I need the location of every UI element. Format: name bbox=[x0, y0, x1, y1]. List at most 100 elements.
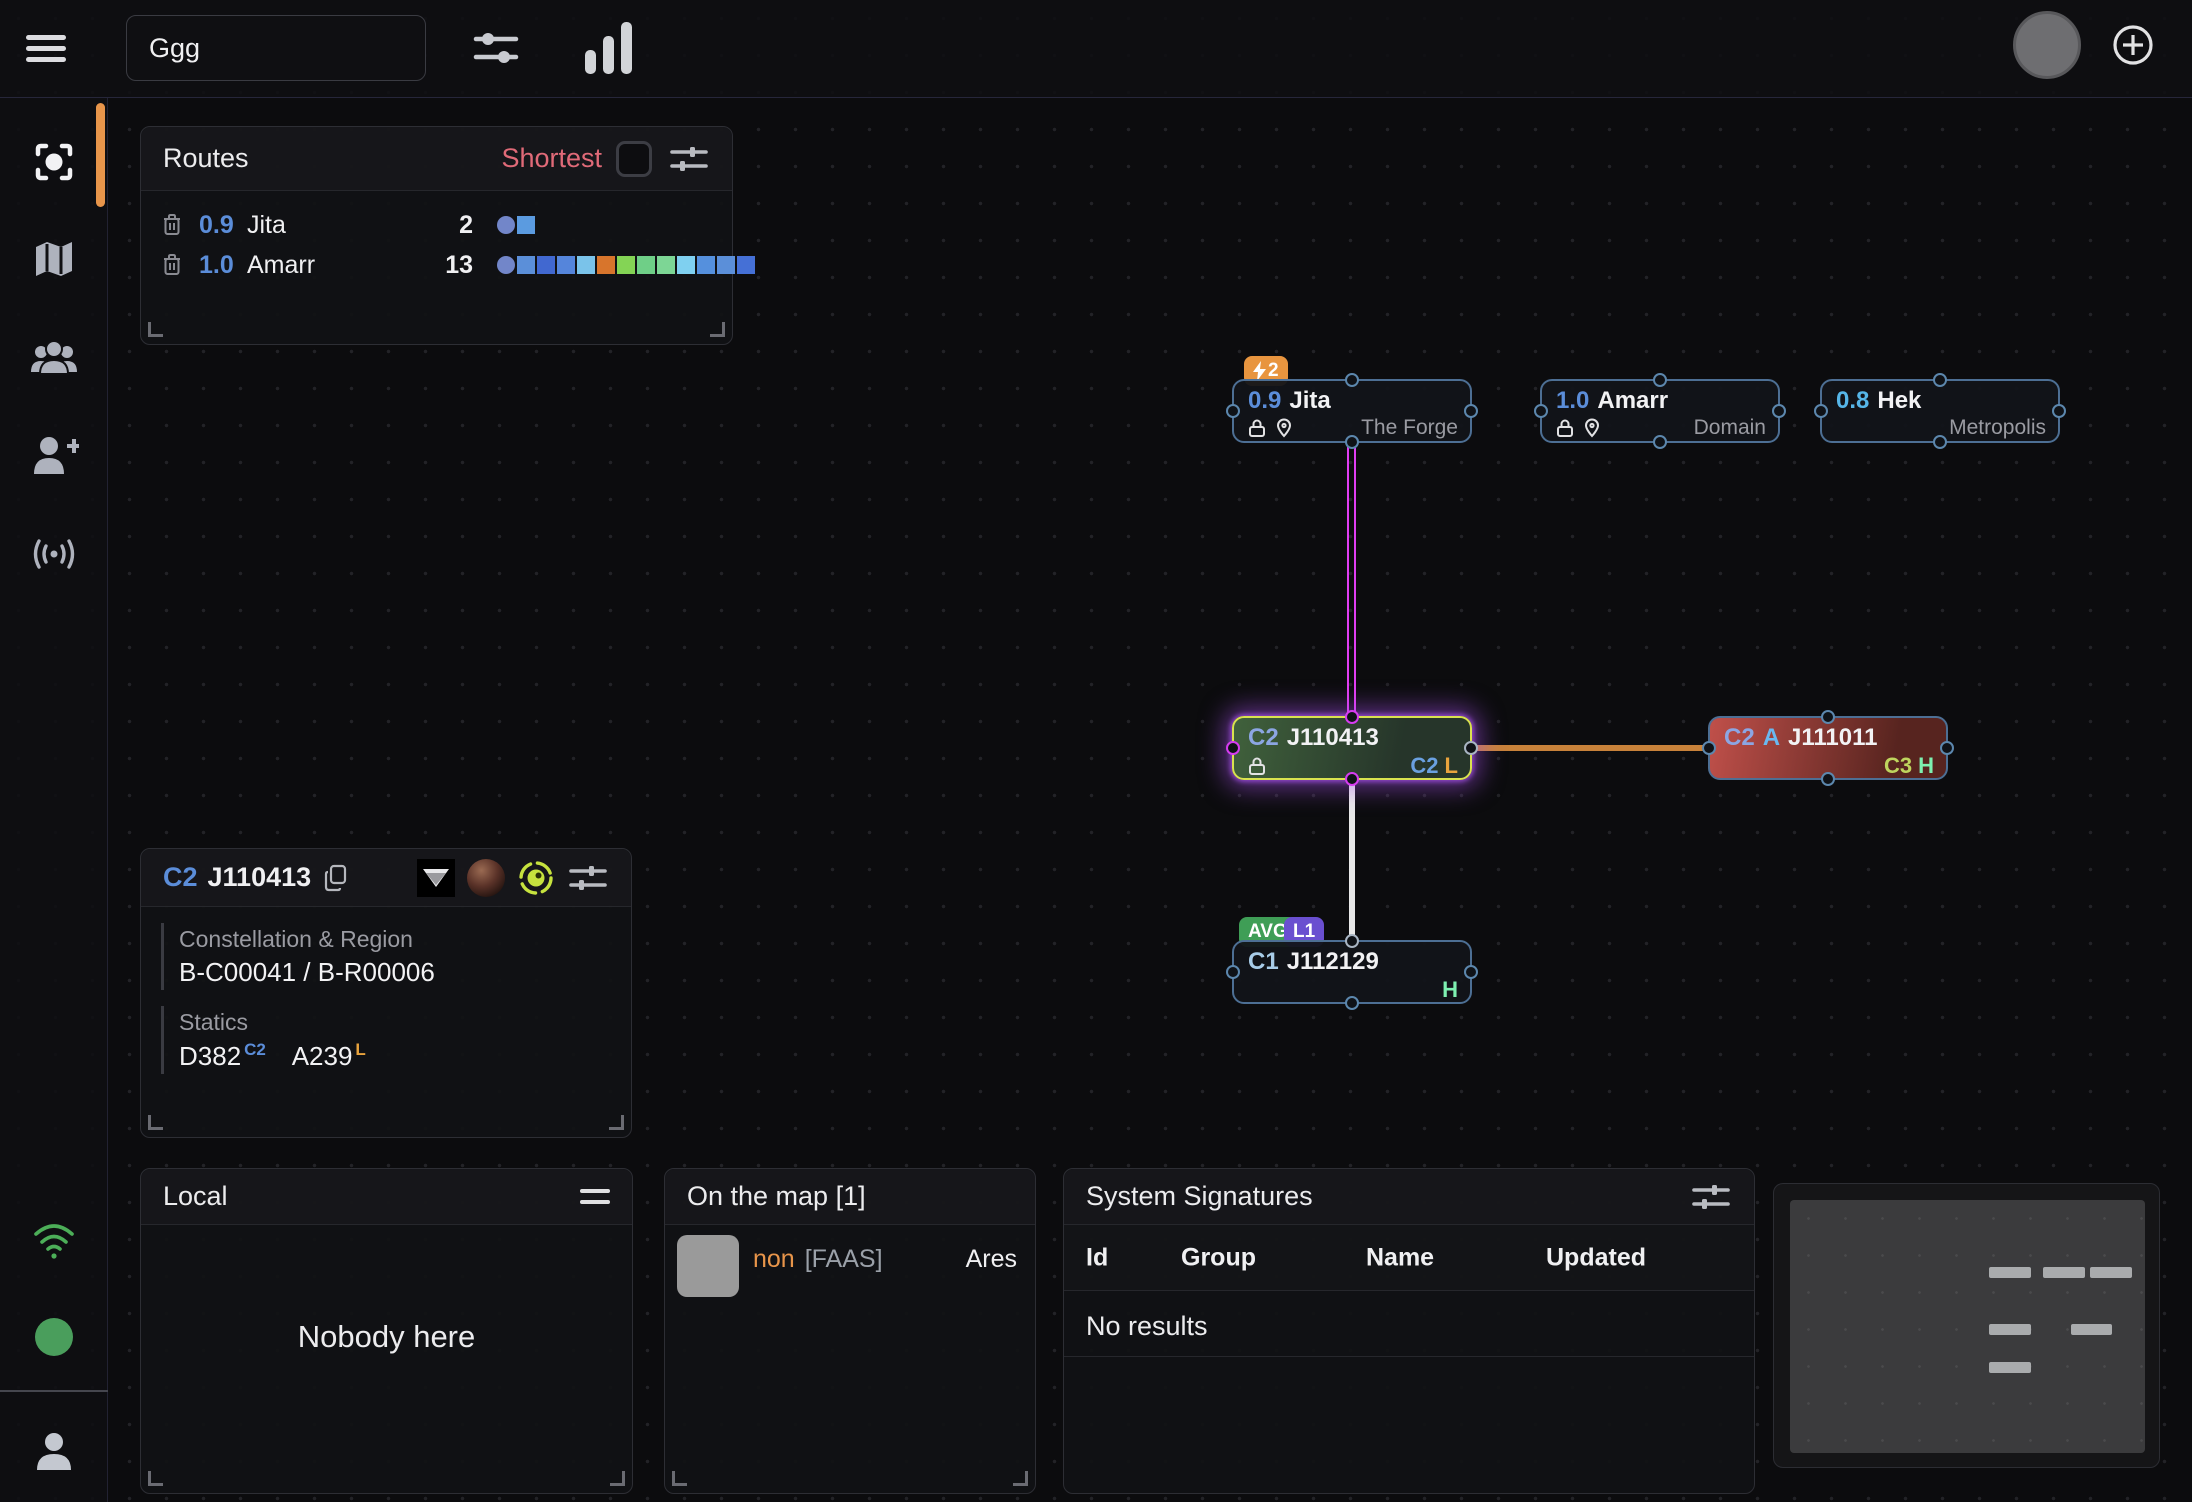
routes-settings-icon[interactable] bbox=[668, 138, 710, 180]
map-node-amarr[interactable]: 1.0 Amarr Domain bbox=[1540, 379, 1780, 443]
connection-j110413-j111011[interactable] bbox=[1471, 745, 1709, 751]
routes-panel-header[interactable]: Routes Shortest bbox=[141, 127, 732, 191]
system-thumbnail[interactable] bbox=[467, 859, 505, 897]
route-jump-square bbox=[517, 216, 535, 234]
connection-j110413-j112129[interactable] bbox=[1349, 779, 1355, 941]
topbar: Ggg bbox=[0, 0, 2192, 98]
delete-route-icon[interactable] bbox=[161, 213, 183, 237]
node-handle[interactable] bbox=[1345, 996, 1359, 1010]
tracking-focus-icon[interactable] bbox=[0, 138, 108, 186]
minimap-viewport[interactable] bbox=[1790, 1200, 2145, 1453]
node-handle[interactable] bbox=[1464, 404, 1478, 418]
resize-handle[interactable] bbox=[148, 1115, 163, 1130]
system-settings-icon[interactable] bbox=[567, 857, 609, 899]
user-avatar[interactable] bbox=[2013, 11, 2081, 79]
wormhole-class: C1 bbox=[1248, 948, 1279, 976]
system-name: J110413 bbox=[1287, 724, 1379, 752]
route-origin-dot bbox=[497, 216, 515, 234]
node-handle[interactable] bbox=[1345, 934, 1359, 948]
minimap-node-bar bbox=[1989, 1362, 2031, 1373]
minimap[interactable] bbox=[1773, 1183, 2160, 1468]
resize-handle[interactable] bbox=[609, 1115, 624, 1130]
on-the-map-header[interactable]: On the map [1] bbox=[665, 1169, 1035, 1225]
node-handle[interactable] bbox=[1821, 772, 1835, 786]
region-name: The Forge bbox=[1361, 416, 1458, 440]
node-handle[interactable] bbox=[1226, 965, 1240, 979]
node-handle[interactable] bbox=[1534, 404, 1548, 418]
node-handle[interactable] bbox=[1940, 741, 1954, 755]
broadcast-icon[interactable] bbox=[0, 530, 108, 578]
characters-icon[interactable] bbox=[0, 334, 108, 382]
resize-handle[interactable] bbox=[148, 1471, 163, 1486]
static-range: H bbox=[1442, 977, 1458, 1003]
alliance-logo[interactable] bbox=[417, 859, 455, 897]
node-handle[interactable] bbox=[1772, 404, 1786, 418]
resize-handle[interactable] bbox=[610, 1471, 625, 1486]
effect-scan-icon[interactable] bbox=[517, 859, 555, 897]
system-info-header[interactable]: C2 J110413 bbox=[141, 849, 631, 907]
node-handle[interactable] bbox=[1814, 404, 1828, 418]
node-handle[interactable] bbox=[1653, 435, 1667, 449]
map-icon[interactable] bbox=[0, 235, 108, 283]
sidebar-divider bbox=[0, 1390, 108, 1392]
map-node-hek[interactable]: 0.8 Hek Metropolis bbox=[1820, 379, 2060, 443]
map-node-j112129[interactable]: C1 J112129 H bbox=[1232, 940, 1472, 1004]
resize-handle[interactable] bbox=[672, 1471, 687, 1486]
map-node-j110413-selected[interactable]: C2 J110413 C2 L bbox=[1232, 716, 1472, 780]
resize-handle[interactable] bbox=[710, 322, 725, 337]
local-menu-icon[interactable] bbox=[580, 1182, 610, 1211]
statics-section: Statics D382C2 A239L bbox=[161, 1006, 631, 1074]
node-handle[interactable] bbox=[1702, 741, 1716, 755]
map-node-jita[interactable]: 0.9 Jita The Forge bbox=[1232, 379, 1472, 443]
node-handle[interactable] bbox=[2052, 404, 2066, 418]
add-map-icon[interactable] bbox=[2111, 23, 2155, 67]
map-node-j111011[interactable]: C2 A J111011 C3 H bbox=[1708, 716, 1948, 780]
delete-route-icon[interactable] bbox=[161, 253, 183, 277]
node-handle[interactable] bbox=[1933, 373, 1947, 387]
node-handle[interactable] bbox=[1345, 435, 1359, 449]
route-row-jita[interactable]: 0.9 Jita 2 bbox=[141, 205, 732, 245]
node-handle[interactable] bbox=[1464, 965, 1478, 979]
route-mode-checkbox[interactable] bbox=[616, 141, 652, 177]
activity-chart-icon[interactable] bbox=[585, 22, 632, 74]
profile-icon[interactable] bbox=[0, 1428, 108, 1476]
column-updated[interactable]: Updated bbox=[1546, 1243, 1646, 1272]
map-select-input[interactable]: Ggg bbox=[126, 15, 426, 81]
location-pin-icon bbox=[1584, 418, 1600, 438]
column-group[interactable]: Group bbox=[1181, 1243, 1256, 1272]
node-handle[interactable] bbox=[1345, 772, 1359, 786]
pilot-row[interactable]: non [FAAS] Ares bbox=[665, 1225, 1035, 1297]
local-panel-header[interactable]: Local bbox=[141, 1169, 632, 1225]
column-id[interactable]: Id bbox=[1086, 1243, 1108, 1272]
minimap-node-bar bbox=[2090, 1267, 2132, 1278]
signatures-header[interactable]: System Signatures bbox=[1064, 1169, 1754, 1225]
node-handle[interactable] bbox=[1933, 435, 1947, 449]
resize-handle[interactable] bbox=[1013, 1471, 1028, 1486]
resize-handle[interactable] bbox=[148, 322, 163, 337]
menu-icon[interactable] bbox=[26, 29, 70, 69]
node-handle[interactable] bbox=[1226, 741, 1240, 755]
connection-jita-j110413[interactable] bbox=[1347, 443, 1356, 717]
node-handle[interactable] bbox=[1653, 373, 1667, 387]
routes-panel: Routes Shortest 0.9 Jita 2 1.0 bbox=[140, 126, 733, 345]
signatures-settings-icon[interactable] bbox=[1690, 1176, 1732, 1218]
node-handle[interactable] bbox=[1226, 404, 1240, 418]
pilot-name: non bbox=[753, 1245, 795, 1274]
node-handle[interactable] bbox=[1345, 710, 1359, 724]
static-range: H bbox=[1918, 753, 1934, 779]
route-row-amarr[interactable]: 1.0 Amarr 13 bbox=[141, 245, 732, 285]
map-filters-icon[interactable] bbox=[470, 22, 522, 74]
node-handle[interactable] bbox=[1821, 710, 1835, 724]
region-name: Metropolis bbox=[1949, 416, 2046, 440]
copy-icon[interactable] bbox=[323, 864, 349, 892]
add-character-icon[interactable] bbox=[0, 432, 108, 480]
node-handle[interactable] bbox=[1345, 373, 1359, 387]
node-handle[interactable] bbox=[1464, 741, 1478, 755]
pilot-corp-ticker: [FAAS] bbox=[805, 1245, 883, 1274]
static-class: C3 bbox=[1884, 753, 1912, 779]
app-screen: Ggg bbox=[0, 0, 2192, 1502]
connection-status-icon bbox=[0, 1216, 108, 1260]
column-name[interactable]: Name bbox=[1366, 1243, 1434, 1272]
route-mode-toggle[interactable]: Shortest bbox=[501, 143, 602, 174]
route-jump-square bbox=[557, 256, 575, 274]
